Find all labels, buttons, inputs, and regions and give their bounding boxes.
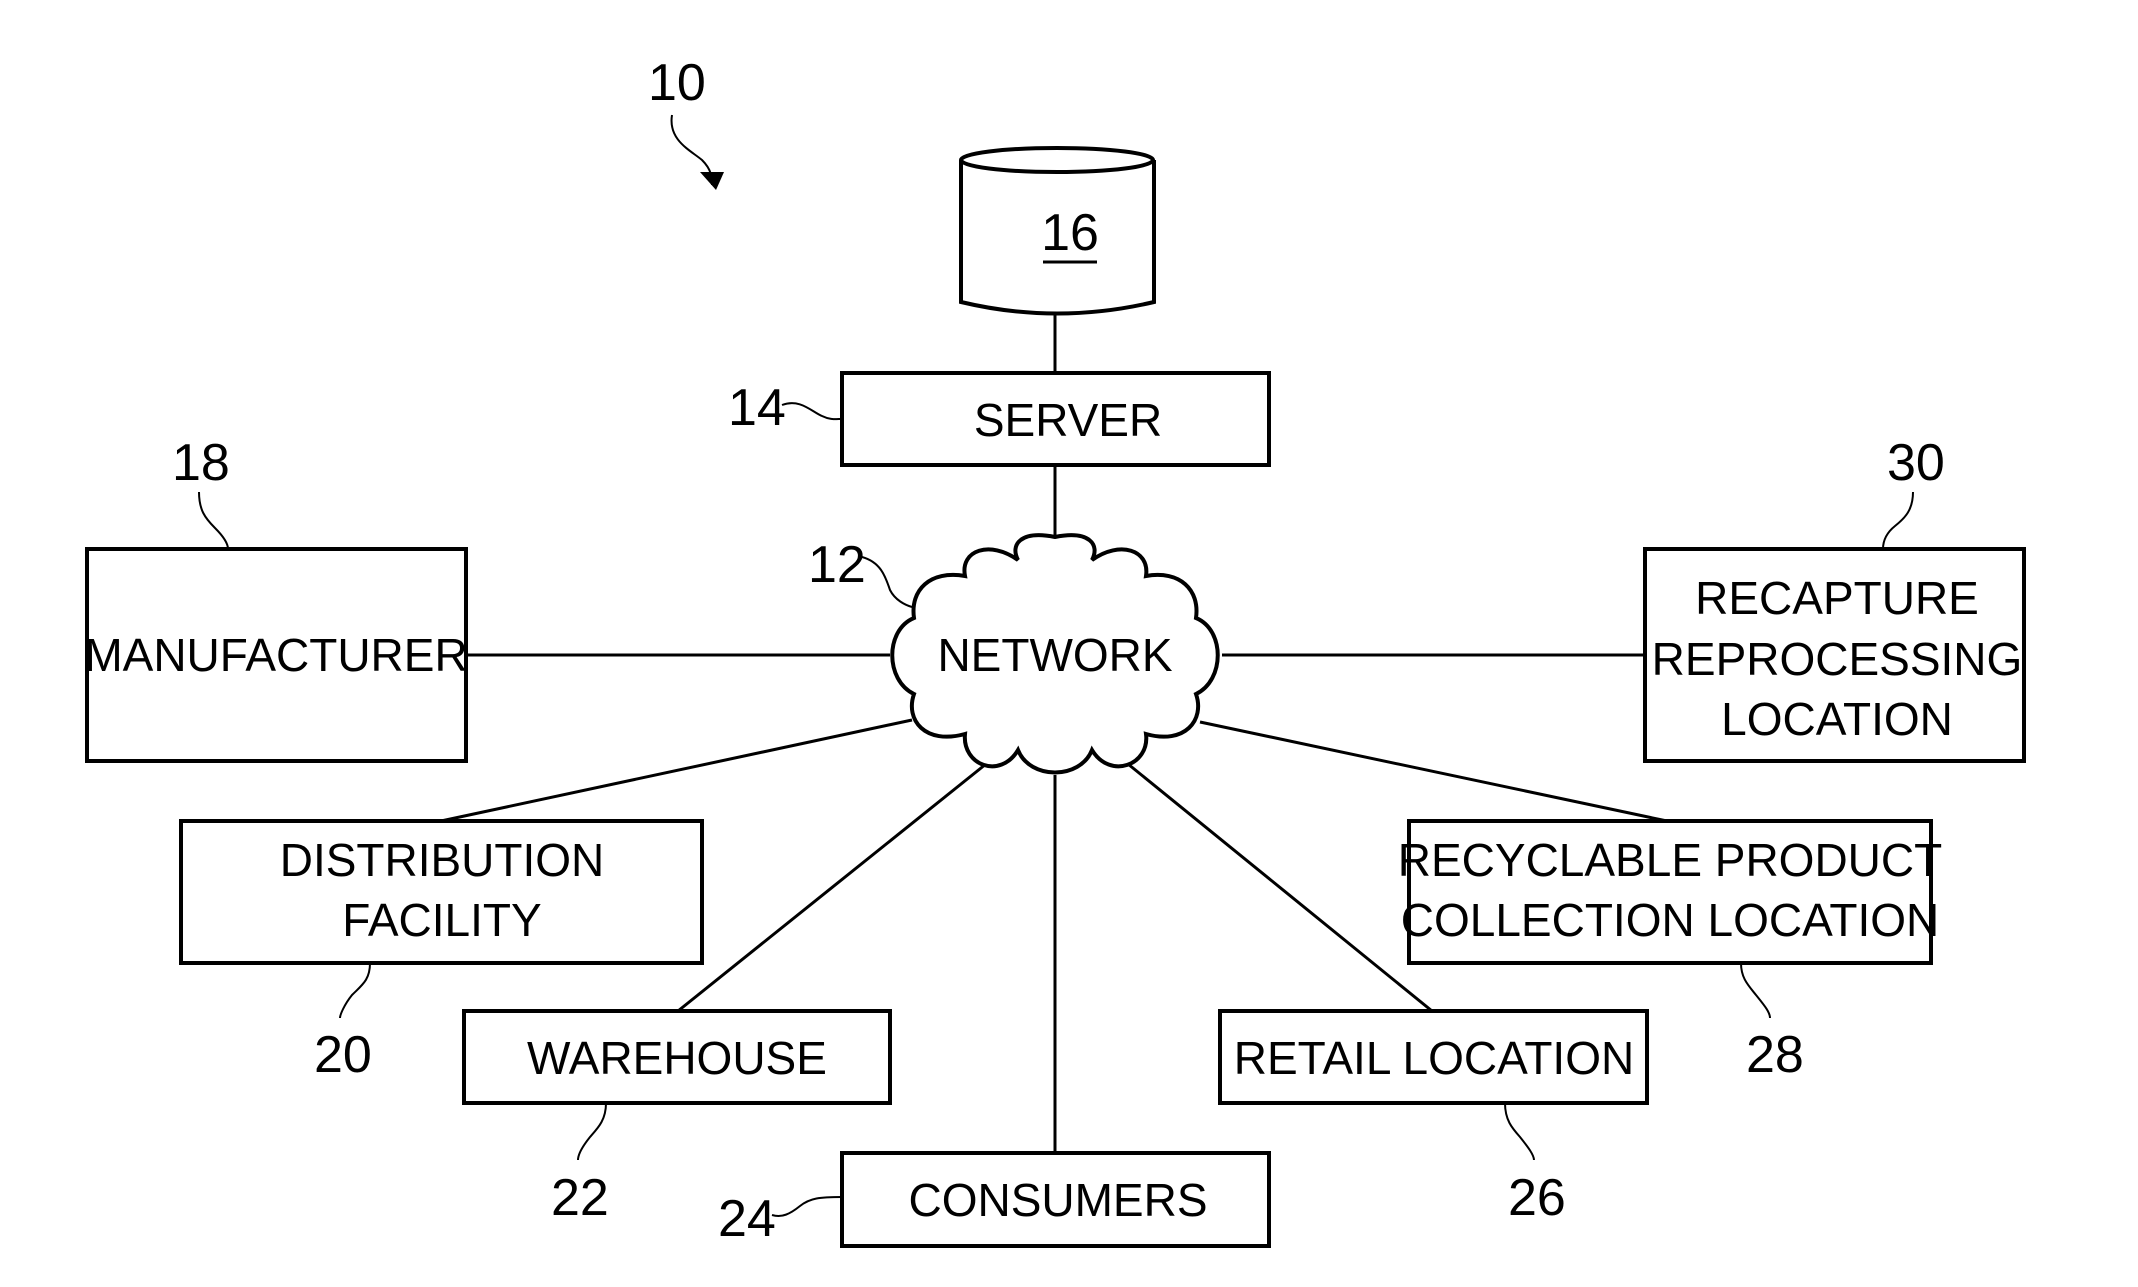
- figure-reference-number: 10: [648, 54, 706, 112]
- consumers-node[interactable]: CONSUMERS: [840, 1151, 1271, 1248]
- connector-warehouse-network: [677, 762, 987, 1013]
- recapture-label-line-3: LOCATION: [1721, 693, 1953, 745]
- retail-location-node[interactable]: RETAIL LOCATION: [1218, 1009, 1649, 1105]
- recyclable-ref: 28: [1746, 1026, 1804, 1084]
- server-ref: 14: [728, 379, 786, 437]
- arrow-head-icon: [700, 172, 724, 190]
- recyclable-label-line-2: COLLECTION LOCATION: [1401, 894, 1939, 946]
- consumers-label: CONSUMERS: [908, 1174, 1207, 1226]
- recyclable-label-line-1: RECYCLABLE PRODUCT: [1398, 834, 1942, 886]
- manufacturer-ref-leader: [198, 491, 229, 550]
- network-label: NETWORK: [937, 629, 1172, 681]
- consumers-ref-leader: [771, 1196, 843, 1217]
- recyclable-ref-leader: [1740, 962, 1771, 1019]
- retail-label: RETAIL LOCATION: [1234, 1032, 1634, 1084]
- network-ref: 12: [808, 536, 866, 594]
- database-cylinder[interactable]: 16: [959, 146, 1156, 316]
- recapture-ref-leader: [1882, 491, 1914, 550]
- database-ref: 16: [1041, 204, 1099, 262]
- distribution-ref: 20: [314, 1026, 372, 1084]
- network-ref-leader: [861, 556, 913, 608]
- network-cloud[interactable]: NETWORK: [890, 533, 1220, 775]
- retail-ref-leader: [1504, 1102, 1535, 1161]
- warehouse-node[interactable]: WAREHOUSE: [462, 1009, 892, 1105]
- connector-retail-network: [1127, 762, 1433, 1013]
- recyclable-collection-node[interactable]: RECYCLABLE PRODUCT COLLECTION LOCATION: [1398, 819, 1942, 965]
- warehouse-ref: 22: [551, 1169, 609, 1227]
- recapture-label-line-2: REPROCESSING: [1652, 633, 2023, 685]
- retail-ref: 26: [1508, 1169, 1566, 1227]
- warehouse-label: WAREHOUSE: [527, 1032, 827, 1084]
- server-node[interactable]: SERVER: [840, 371, 1271, 467]
- connector-distribution-network: [440, 718, 913, 823]
- manufacturer-node[interactable]: MANUFACTURER: [84, 547, 468, 763]
- manufacturer-ref: 18: [172, 434, 230, 492]
- connector-recyclable-network: [1199, 720, 1668, 823]
- distribution-label-line-2: FACILITY: [342, 894, 541, 946]
- network-diagram: 10 16 SERVER 14 NETWORK 12 MANUFACTURER …: [84, 54, 2026, 1248]
- manufacturer-label: MANUFACTURER: [84, 629, 467, 681]
- warehouse-ref-leader: [577, 1102, 607, 1161]
- distribution-ref-leader: [339, 962, 371, 1019]
- distribution-facility-node[interactable]: DISTRIBUTION FACILITY: [179, 819, 704, 965]
- recapture-reprocessing-node[interactable]: RECAPTURE REPROCESSING LOCATION: [1643, 547, 2026, 763]
- server-label: SERVER: [974, 394, 1162, 446]
- distribution-label-line-1: DISTRIBUTION: [280, 834, 605, 886]
- consumers-ref: 24: [718, 1190, 776, 1248]
- recapture-ref: 30: [1887, 434, 1945, 492]
- recapture-label-line-1: RECAPTURE: [1695, 572, 1979, 624]
- server-ref-leader: [781, 402, 843, 421]
